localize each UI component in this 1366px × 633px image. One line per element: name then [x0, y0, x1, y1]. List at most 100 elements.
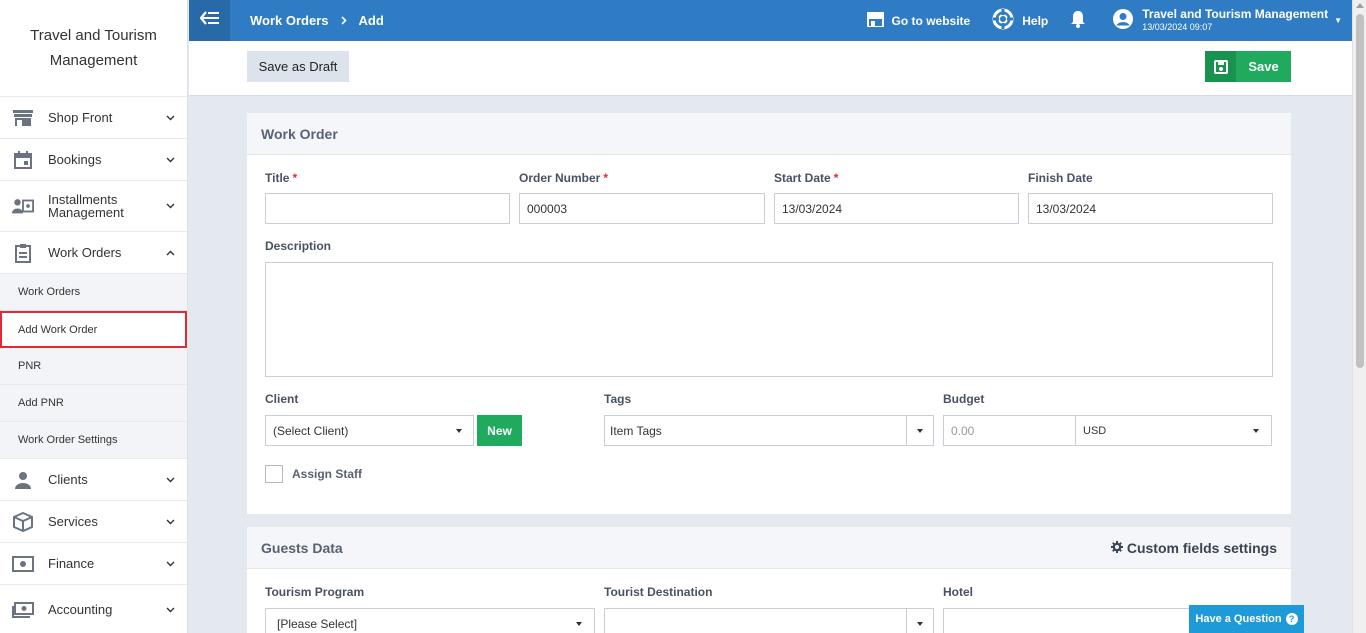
caret-down-icon: [917, 622, 923, 626]
question-mark-icon: ?: [1285, 613, 1298, 625]
submenu-item-add-pnr[interactable]: Add PNR: [0, 385, 187, 422]
tourist-destination-select[interactable]: [604, 608, 934, 633]
select-divider: [906, 609, 907, 633]
caret-down-icon: [456, 429, 462, 433]
lifebuoy-icon: [992, 8, 1022, 33]
client-select-value: (Select Client): [273, 423, 349, 438]
have-a-question-label: Have a Question: [1195, 613, 1282, 625]
start-date-input[interactable]: 13/03/2024: [774, 193, 1019, 224]
sidebar-item-label: Work Orders: [48, 245, 122, 260]
submenu-item-work-order-settings[interactable]: Work Order Settings: [0, 422, 187, 459]
caret-down-icon: ▼: [1334, 16, 1342, 25]
work-order-panel: Work Order Title * Order Number * 000003 S…: [247, 113, 1291, 514]
caret-down-icon: [1253, 429, 1259, 433]
save-button-label: Save: [1248, 59, 1279, 74]
bell-icon: [1070, 10, 1094, 31]
sidebar-item-label: Shop Front: [48, 110, 113, 125]
submenu-item-add-work-order[interactable]: Add Work Order: [0, 311, 187, 348]
users-icon: [12, 469, 34, 491]
order-number-label: Order Number *: [519, 171, 609, 185]
sidebar-item-label: Finance: [48, 556, 95, 571]
floppy-disk-icon: [1205, 51, 1236, 82]
title-input[interactable]: [265, 193, 510, 224]
assign-staff-checkbox[interactable]: [265, 465, 283, 483]
chevron-down-icon: [165, 155, 175, 165]
scrollbar-thumb[interactable]: [1356, 14, 1364, 368]
sidebar-item-label: Accounting: [48, 602, 113, 617]
budget-input[interactable]: 0.00: [943, 415, 1076, 446]
caret-down-icon: [576, 622, 582, 626]
tags-select[interactable]: Item Tags: [604, 415, 934, 446]
sidebar-item-bookings[interactable]: Bookings: [0, 139, 187, 181]
chevron-down-icon: [165, 113, 175, 123]
brand-title: Travel and Tourism Management: [0, 0, 187, 97]
submenu-item-work-orders[interactable]: Work Orders: [0, 274, 187, 311]
sidebar-item-label: Clients: [48, 472, 88, 487]
help-link[interactable]: Help: [992, 8, 1048, 33]
scroll-up-arrow-icon[interactable]: [1356, 3, 1364, 8]
sidebar-item-finance[interactable]: Finance: [0, 543, 187, 585]
go-to-website-link[interactable]: Go to website: [866, 11, 970, 30]
money-icon: [12, 599, 34, 621]
custom-fields-settings-link[interactable]: Custom fields settings: [1110, 540, 1277, 556]
notifications-button[interactable]: [1070, 10, 1094, 31]
assign-staff-label: Assign Staff: [292, 467, 363, 481]
sidebar-item-work-orders[interactable]: Work Orders: [0, 232, 187, 274]
user-menu[interactable]: Travel and Tourism Management 13/03/2024…: [1112, 7, 1352, 34]
sidebar-item-services[interactable]: Services: [0, 501, 187, 543]
installments-icon: [12, 195, 34, 217]
submenu-item-pnr[interactable]: PNR: [0, 348, 187, 385]
have-a-question-button[interactable]: Have a Question ?: [1189, 605, 1304, 633]
client-select[interactable]: (Select Client): [265, 415, 474, 446]
guests-data-heading: Guests Data: [261, 539, 343, 556]
budget-label: Budget: [943, 392, 985, 406]
select-divider: [906, 416, 907, 445]
finish-date-input[interactable]: 13/03/2024: [1028, 193, 1273, 224]
sidebar-item-label: Services: [48, 514, 98, 529]
chevron-down-icon: [165, 559, 175, 569]
chevron-down-icon: [165, 605, 175, 615]
sidebar-item-installments[interactable]: Installments Management: [0, 181, 187, 232]
help-label: Help: [1022, 13, 1049, 28]
sidebar-item-clients[interactable]: Clients: [0, 459, 187, 501]
save-as-draft-button[interactable]: Save as Draft: [247, 51, 349, 82]
caret-down-icon: [917, 429, 923, 433]
tourism-program-select[interactable]: [Please Select]: [265, 608, 595, 633]
start-date-label: Start Date *: [774, 171, 839, 185]
hotel-label: Hotel: [943, 585, 973, 599]
work-order-heading: Work Order: [247, 113, 1291, 155]
chevron-right-icon: [340, 13, 347, 28]
action-bar: Save as Draft Save: [189, 41, 1352, 96]
client-label: Client: [265, 392, 299, 406]
breadcrumb-work-orders[interactable]: Work Orders: [250, 13, 329, 28]
clipboard-icon: [12, 242, 34, 264]
work-orders-submenu: Work Orders Add Work Order PNR Add PNR W…: [0, 274, 187, 459]
new-client-button[interactable]: New: [477, 415, 522, 446]
arrow-left-menu-icon: [199, 11, 220, 30]
description-textarea[interactable]: [265, 262, 1273, 377]
currency-select[interactable]: USD: [1075, 415, 1272, 446]
sidebar-item-shop-front[interactable]: Shop Front: [0, 97, 187, 139]
user-avatar-icon: [1112, 8, 1134, 33]
sidebar-item-accounting[interactable]: Accounting: [0, 585, 187, 633]
tags-placeholder: Item Tags: [610, 423, 662, 438]
gear-icon: [1110, 540, 1127, 556]
breadcrumb-add: Add: [358, 13, 384, 28]
user-info: Travel and Tourism Management 13/03/2024…: [1142, 7, 1328, 34]
breadcrumb: Work Orders Add: [250, 13, 384, 28]
tags-label: Tags: [604, 392, 632, 406]
sidebar-toggle-button[interactable]: [189, 0, 230, 41]
save-button[interactable]: Save: [1205, 51, 1291, 82]
page-scrollbar[interactable]: [1352, 0, 1366, 633]
calendar-icon: [12, 149, 34, 171]
user-datetime: 13/03/2024 09:07: [1142, 21, 1213, 32]
order-number-input[interactable]: 000003: [519, 193, 765, 224]
chevron-up-icon: [165, 248, 175, 258]
top-bar: Work Orders Add Go to website Help Trave…: [189, 0, 1352, 41]
store-icon: [866, 11, 892, 30]
tourist-destination-label: Tourist Destination: [604, 585, 713, 599]
guests-data-header: Guests Data Custom fields settings: [247, 527, 1291, 569]
guests-data-panel: Guests Data Custom fields settings Touri…: [247, 527, 1291, 633]
description-label: Description: [265, 239, 332, 253]
currency-value: USD: [1083, 424, 1107, 437]
